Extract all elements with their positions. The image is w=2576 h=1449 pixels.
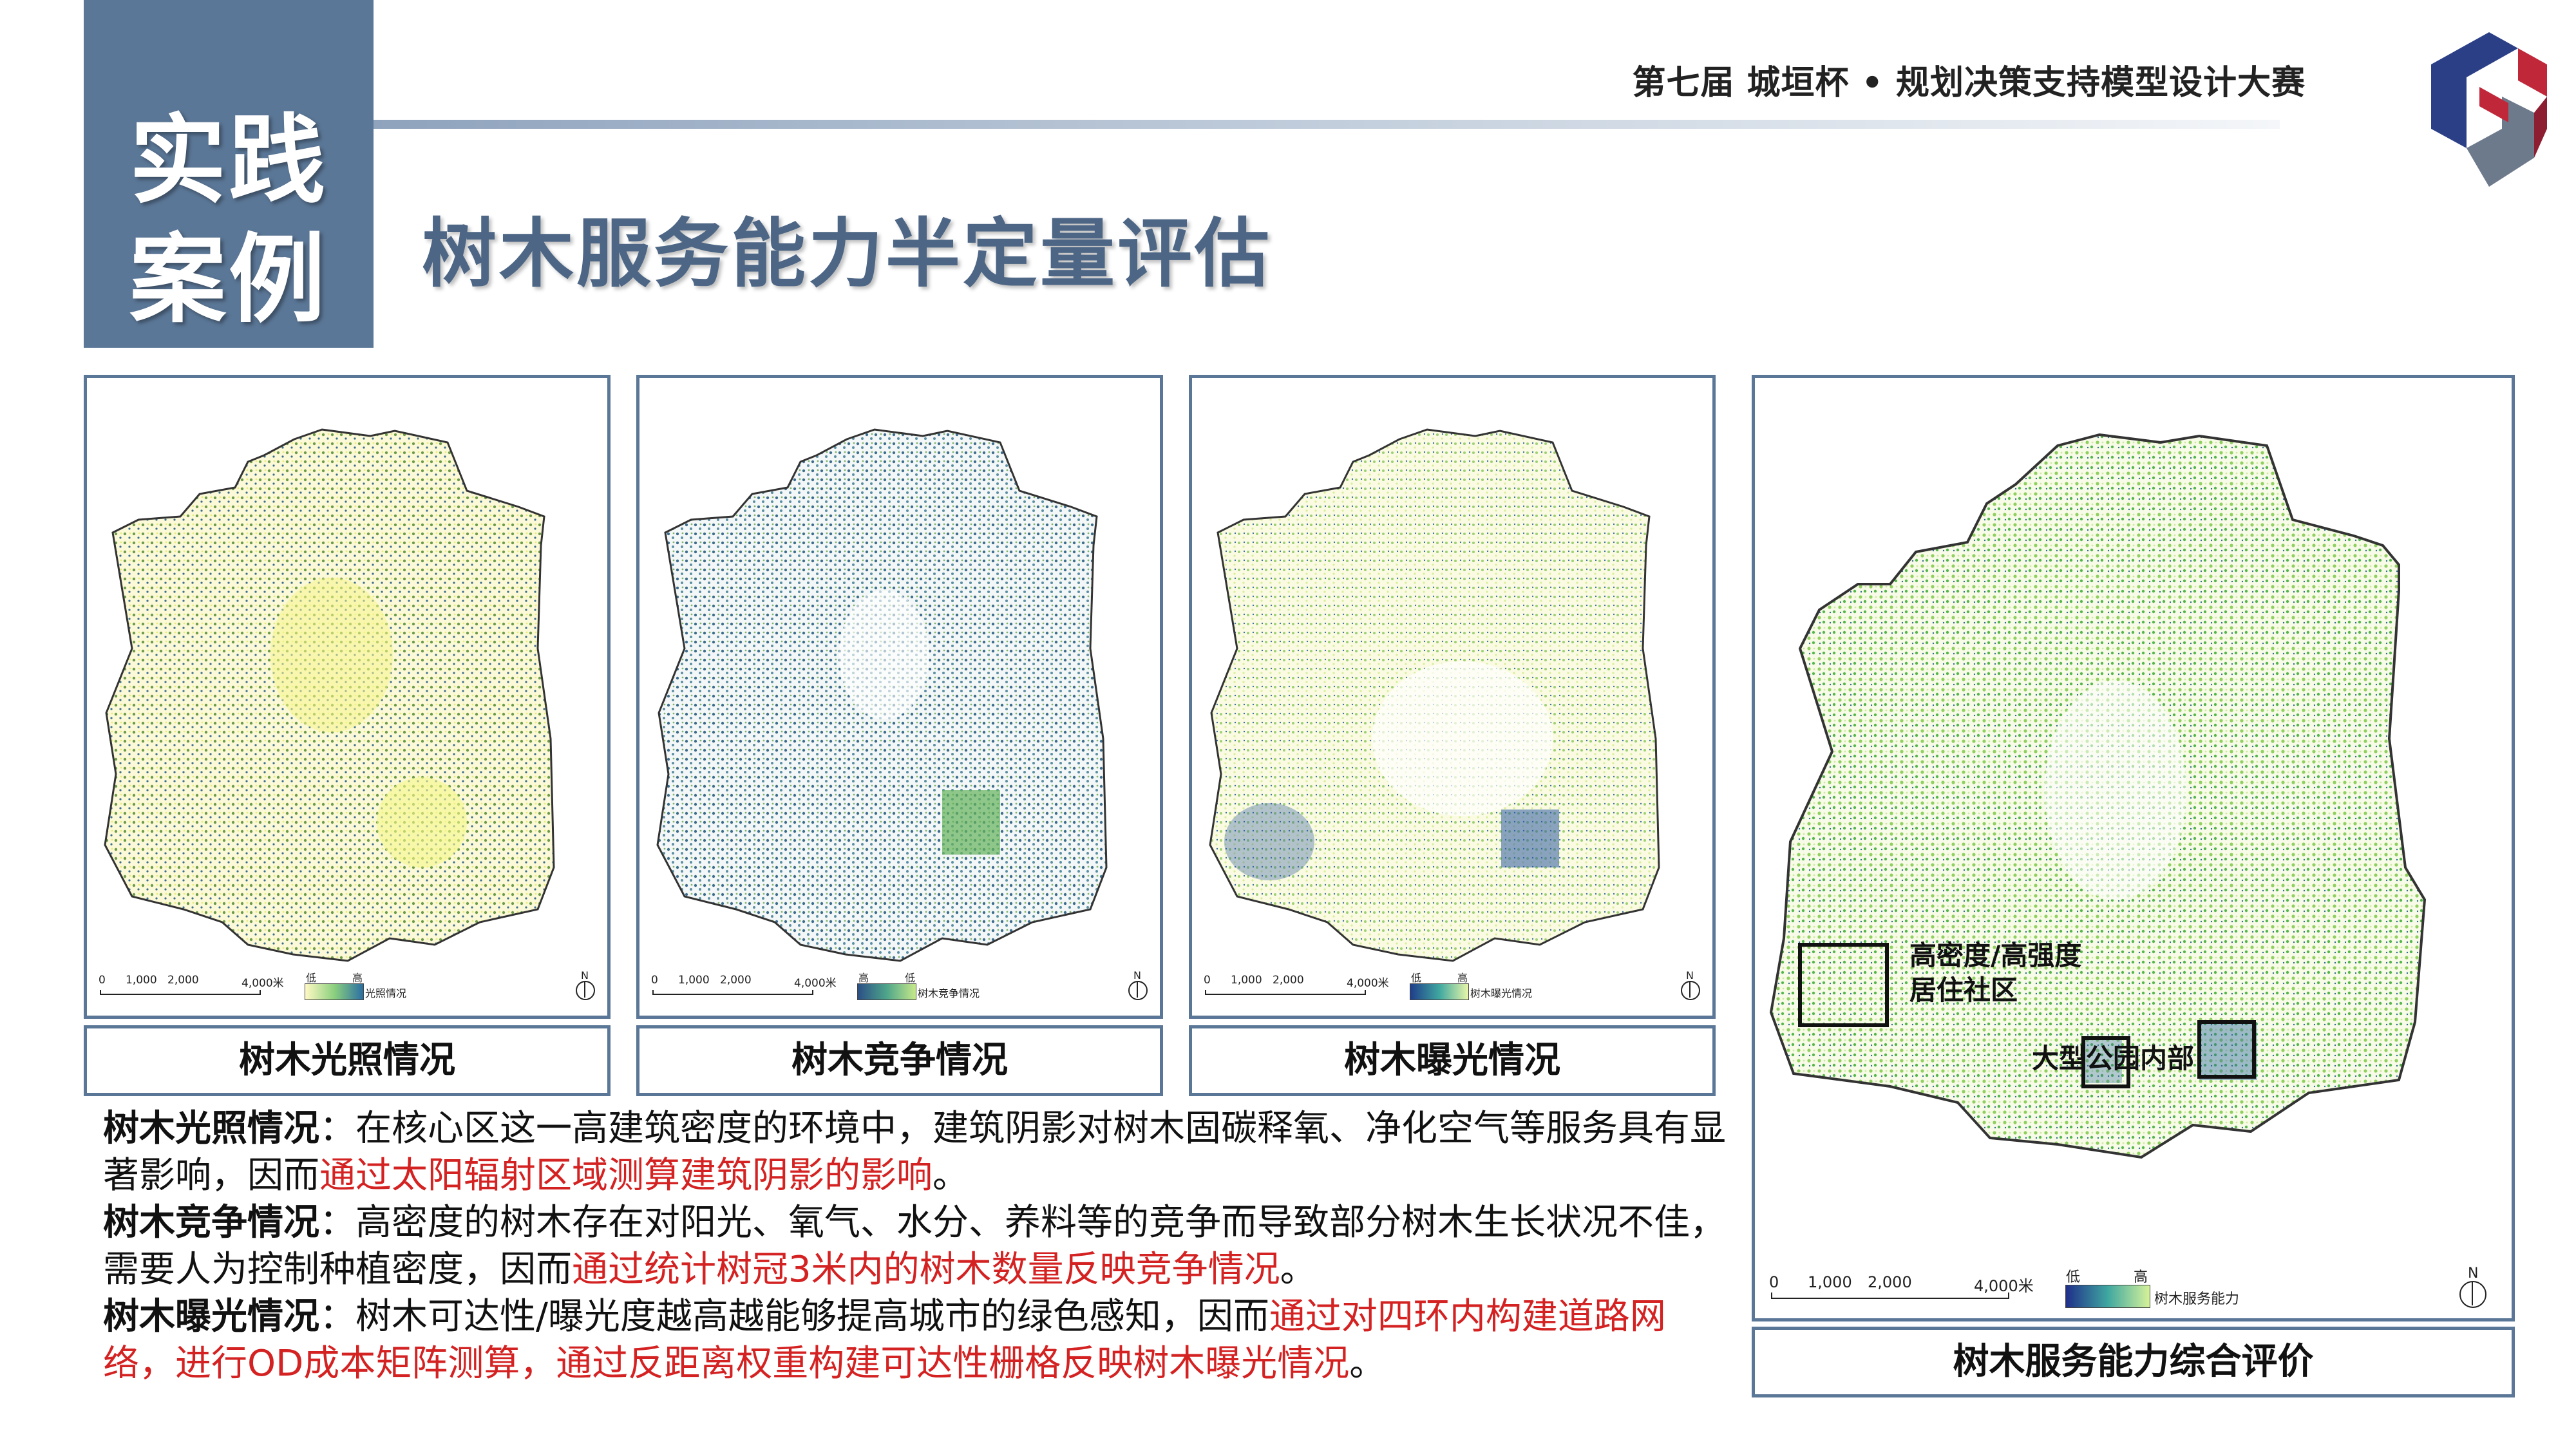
- scale-label-4000: 4,000米: [794, 977, 837, 990]
- legend-low: 低: [1411, 972, 1422, 984]
- north-arrow-icon: N: [2457, 1265, 2489, 1309]
- description-competition: 树木竞争情况：高密度的树木存在对阳光、氧气、水分、养料等的竞争而导致部分树木生长…: [103, 1202, 1726, 1291]
- legend-low: 高: [858, 972, 869, 984]
- north-arrow-icon: N: [573, 969, 596, 1003]
- competition-map: [656, 428, 1108, 962]
- caption-exposure: 树木曝光情况: [1189, 1025, 1716, 1096]
- scale-label-1000: 1,000: [126, 974, 157, 987]
- legend-high: 高: [2134, 1269, 2148, 1285]
- scale-label-0: 0: [99, 974, 106, 987]
- map-panel-exposure: 0 1,000 2,000 4,000米 低 高 树木曝光情况 N: [1189, 375, 1716, 1019]
- legend-high: 低: [905, 972, 916, 984]
- desc-label: 树木曝光情况: [103, 1296, 319, 1338]
- scale-bar: [100, 990, 261, 995]
- scale-label-2000: 2,000: [167, 974, 199, 987]
- scale-bar: [1205, 990, 1366, 995]
- desc-label: 树木竞争情况: [103, 1202, 319, 1244]
- scale-label-0: 0: [1204, 974, 1211, 987]
- scale-label-0: 0: [651, 974, 658, 987]
- map-panel-composite: 高密度/高强度 居住社区 大型公园内部 0 1,000 2,000 4,000米…: [1752, 375, 2515, 1321]
- header-divider: [374, 120, 2280, 129]
- scale-label-2000: 2,000: [720, 974, 752, 987]
- scale-label-4000: 4,000米: [1974, 1277, 2034, 1295]
- contest-logo-icon: [2431, 32, 2547, 187]
- caption-composite: 树木服务能力综合评价: [1752, 1327, 2515, 1397]
- legend-low: 低: [2066, 1269, 2081, 1285]
- scale-label-2000: 2,000: [1868, 1273, 1912, 1291]
- scale-label-4000: 4,000米: [1347, 977, 1389, 990]
- exposure-map: [1209, 428, 1660, 962]
- desc-label: 树木光照情况: [103, 1108, 319, 1150]
- map-panel-competition: 0 1,000 2,000 4,000米 高 低 树木竞争情况 N: [636, 375, 1163, 1019]
- legend-gradient: [1410, 983, 1469, 1000]
- scale-label-1000: 1,000: [1231, 974, 1262, 987]
- legend-name: 光照情况: [365, 987, 407, 999]
- annotation-dense-2: 居住社区: [1909, 974, 2018, 1006]
- legend-name: 树木曝光情况: [1470, 987, 1533, 999]
- legend-name: 树木服务能力: [2154, 1291, 2240, 1307]
- badge-line2: 案例: [129, 224, 328, 336]
- legend-high: 高: [1457, 972, 1468, 984]
- composite-map: [1769, 433, 2427, 1159]
- scale-bar: [652, 990, 813, 995]
- description-exposure: 树木曝光情况：树木可达性/曝光度越高越能够提高城市的绿色感知，因而通过对四环内构…: [103, 1296, 1666, 1385]
- north-arrow-icon: N: [1126, 969, 1149, 1003]
- caption-light: 树木光照情况: [84, 1025, 611, 1096]
- annotation-dense-1: 高密度/高强度: [1909, 940, 2082, 971]
- legend-name: 树木竞争情况: [918, 987, 980, 999]
- legend-high: 高: [352, 972, 363, 984]
- scale-label-0: 0: [1769, 1273, 1779, 1291]
- section-badge: 实践 案例: [84, 0, 374, 348]
- legend-gradient: [2065, 1285, 2150, 1308]
- legend-gradient: [305, 983, 364, 1000]
- scale-label-4000: 4,000米: [242, 977, 284, 990]
- north-arrow-icon: N: [1678, 969, 1701, 1003]
- legend-low: 低: [306, 972, 317, 984]
- legend-gradient: [857, 983, 916, 1000]
- caption-competition: 树木竞争情况: [636, 1025, 1163, 1096]
- scale-label-2000: 2,000: [1273, 974, 1304, 987]
- scale-label-1000: 1,000: [678, 974, 710, 987]
- map-panel-light: 0 1,000 2,000 4,000米 低 高 光照情况 N: [84, 375, 611, 1019]
- annotation-park: 大型公园内部: [2032, 1043, 2195, 1074]
- page-title: 树木服务能力半定量评估: [422, 211, 1272, 298]
- description-block: 树木光照情况：在核心区这一高建筑密度的环境中，建筑阴影对树木固碳释氧、净化空气等…: [103, 1105, 1726, 1387]
- badge-line1: 实践: [129, 105, 328, 217]
- light-map: [104, 428, 555, 962]
- description-light: 树木光照情况：在核心区这一高建筑密度的环境中，建筑阴影对树木固碳释氧、净化空气等…: [103, 1108, 1726, 1197]
- contest-name: 第七届 城垣杯 • 规划决策支持模型设计大赛: [1632, 64, 2306, 102]
- scale-label-1000: 1,000: [1808, 1273, 1852, 1291]
